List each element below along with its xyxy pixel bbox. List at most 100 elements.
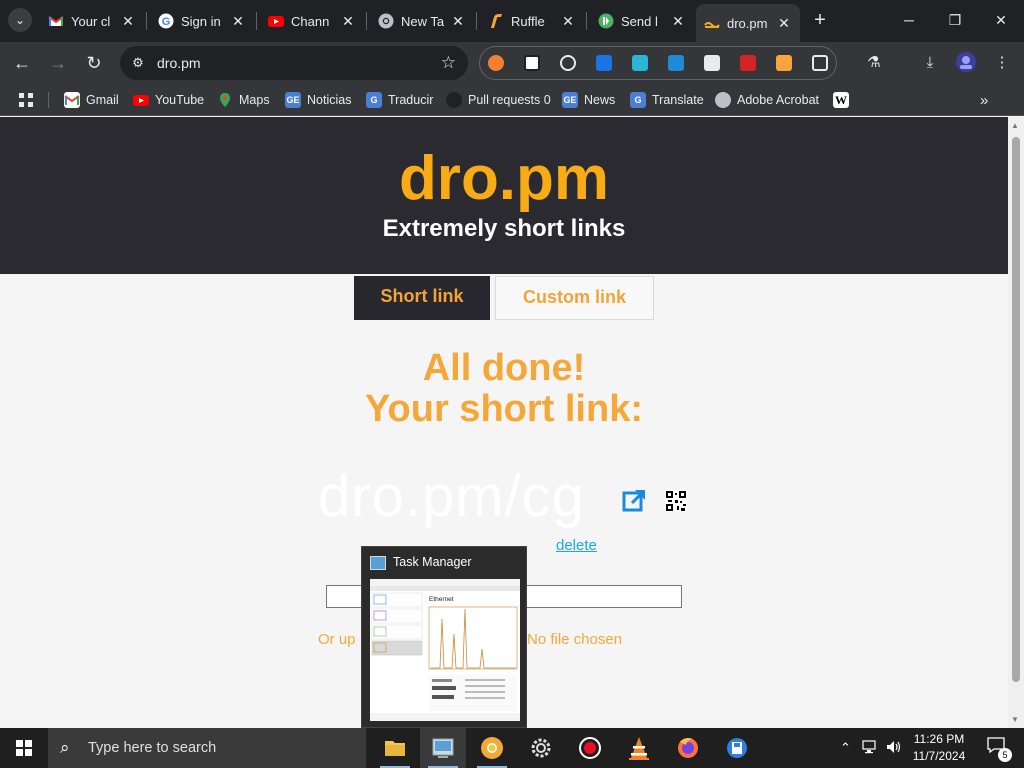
taskbar-search-box[interactable]: ⌕ Type here to search: [48, 728, 366, 768]
notification-badge: 5: [998, 748, 1012, 762]
google-news-icon: GE: [562, 92, 578, 108]
page-scrollbar[interactable]: ▲ ▼: [1008, 117, 1024, 728]
chrome-icon: [378, 13, 394, 29]
delete-link[interactable]: delete: [556, 537, 597, 554]
close-icon[interactable]: ✕: [120, 13, 136, 29]
close-icon[interactable]: ✕: [560, 13, 576, 29]
site-info-icon[interactable]: ⚙: [130, 55, 146, 71]
file-input-status[interactable]: No file chosen: [527, 631, 622, 648]
volume-icon[interactable]: [886, 740, 902, 757]
profile-avatar[interactable]: [954, 51, 978, 75]
vlc-icon[interactable]: [616, 728, 662, 768]
open-link-icon[interactable]: [622, 487, 648, 513]
extensions-puzzle-icon[interactable]: [812, 55, 828, 71]
bookmark-noticias[interactable]: GE Noticias: [285, 92, 351, 108]
bookmark-adobe-acrobat[interactable]: Adobe Acrobat: [715, 92, 819, 108]
short-link-result[interactable]: dro.pm/cg: [318, 463, 585, 530]
forward-button[interactable]: →: [46, 51, 70, 75]
extension-cyan-icon[interactable]: [632, 55, 648, 71]
tab-dro-pm[interactable]: dro.pm ✕: [696, 4, 800, 42]
tab-title: Chann: [291, 13, 330, 29]
search-icon: ⌕: [60, 738, 70, 757]
reload-button[interactable]: ↻: [82, 51, 106, 75]
tab-title: Your cl: [71, 13, 111, 29]
minimize-button[interactable]: ─: [886, 0, 932, 40]
firefox-icon[interactable]: [665, 728, 711, 768]
bookmark-label: News: [584, 93, 616, 107]
github-icon: [446, 92, 462, 108]
task-manager-preview[interactable]: Task Manager Ethernet: [361, 546, 527, 728]
scroll-down-icon[interactable]: ▼: [1011, 715, 1019, 724]
tab-sign-in[interactable]: G Sign in ✕: [150, 6, 254, 36]
restore-button[interactable]: ❐: [932, 0, 978, 40]
chrome-menu-icon[interactable]: ⋮: [990, 51, 1014, 75]
labs-flask-icon[interactable]: ⚗: [862, 51, 886, 75]
save-app-icon[interactable]: [714, 728, 760, 768]
extension-camera-icon[interactable]: [596, 55, 612, 71]
extension-orange-icon[interactable]: [488, 55, 504, 71]
screen-recorder-icon[interactable]: [567, 728, 613, 768]
tab-send[interactable]: Send l ✕: [590, 6, 694, 36]
tab-short-link[interactable]: Short link: [354, 276, 490, 320]
bookmark-pull-requests[interactable]: Pull requests 0: [446, 92, 551, 108]
file-explorer-icon[interactable]: [372, 728, 418, 768]
back-button[interactable]: ←: [10, 51, 34, 75]
address-bar[interactable]: ⚙ dro.pm ☆: [120, 46, 468, 80]
close-icon[interactable]: ✕: [450, 13, 466, 29]
scroll-up-icon[interactable]: ▲: [1011, 121, 1019, 130]
tab-youtube[interactable]: Chann ✕: [260, 6, 364, 36]
wikipedia-icon: W: [833, 92, 849, 108]
bookmark-news[interactable]: GE News: [562, 92, 615, 108]
extension-flash-icon[interactable]: [740, 55, 756, 71]
tab-ruffle[interactable]: Ruffle ✕: [480, 6, 584, 36]
bookmark-traducir[interactable]: G Traducir: [366, 92, 433, 108]
task-manager-taskbar-icon[interactable]: [420, 728, 466, 768]
settings-icon[interactable]: [518, 728, 564, 768]
tab-gmail[interactable]: Your cl ✕: [40, 6, 144, 36]
scroll-thumb[interactable]: [1012, 137, 1020, 682]
close-window-button[interactable]: ✕: [978, 0, 1024, 40]
extension-print-icon[interactable]: [704, 55, 720, 71]
bookmark-label: Translate: [652, 93, 704, 107]
close-icon[interactable]: ✕: [670, 13, 686, 29]
url-text[interactable]: dro.pm: [157, 55, 201, 71]
bookmark-label: Traducir: [388, 93, 434, 107]
maps-icon: [217, 92, 233, 108]
close-icon[interactable]: ✕: [340, 13, 356, 29]
bookmark-star-icon[interactable]: ☆: [441, 53, 456, 73]
taskbar-clock[interactable]: 11:26 PM 11/7/2024: [905, 731, 973, 765]
network-icon[interactable]: [862, 740, 878, 757]
tab-new-tab[interactable]: New Ta ✕: [370, 6, 474, 36]
close-icon[interactable]: ✕: [776, 15, 792, 31]
tab-search-button[interactable]: ⌄: [8, 8, 32, 32]
bookmark-translate[interactable]: G Translate: [630, 92, 704, 108]
extension-mask-icon[interactable]: [524, 55, 540, 71]
apps-grid-icon[interactable]: [18, 92, 34, 108]
bookmark-maps[interactable]: Maps: [217, 92, 270, 108]
preview-thumbnail: Ethernet: [370, 579, 520, 721]
bookmark-gmail[interactable]: Gmail: [64, 92, 119, 108]
bookmark-label: YouTube: [155, 93, 205, 107]
bookmark-youtube[interactable]: YouTube: [133, 92, 204, 108]
new-tab-button[interactable]: +: [808, 8, 832, 32]
close-icon[interactable]: ✕: [230, 13, 246, 29]
gmail-icon: [64, 92, 80, 108]
extension-up-arrow-icon[interactable]: [560, 55, 576, 71]
notification-center-icon[interactable]: 5: [984, 736, 1012, 762]
tab-custom-link[interactable]: Custom link: [495, 276, 654, 320]
bookmark-label: Adobe Acrobat: [737, 93, 820, 107]
download-icon[interactable]: ⤓: [918, 51, 942, 75]
chrome-canary-icon[interactable]: [469, 728, 515, 768]
start-button[interactable]: [0, 728, 48, 768]
tab-separator: [586, 12, 587, 30]
bookmark-wikipedia[interactable]: W: [833, 92, 849, 108]
extension-ruffle-icon[interactable]: [776, 55, 792, 71]
tab-separator: [146, 12, 147, 30]
extension-translate-icon[interactable]: [668, 55, 684, 71]
bookmark-label: Gmail: [86, 93, 119, 107]
extensions-bar: [479, 46, 837, 80]
google-translate-icon: G: [366, 92, 382, 108]
more-bookmarks-icon[interactable]: »: [980, 92, 988, 109]
show-hidden-icons-icon[interactable]: ⌃: [840, 740, 851, 756]
qr-code-icon[interactable]: [665, 490, 687, 512]
